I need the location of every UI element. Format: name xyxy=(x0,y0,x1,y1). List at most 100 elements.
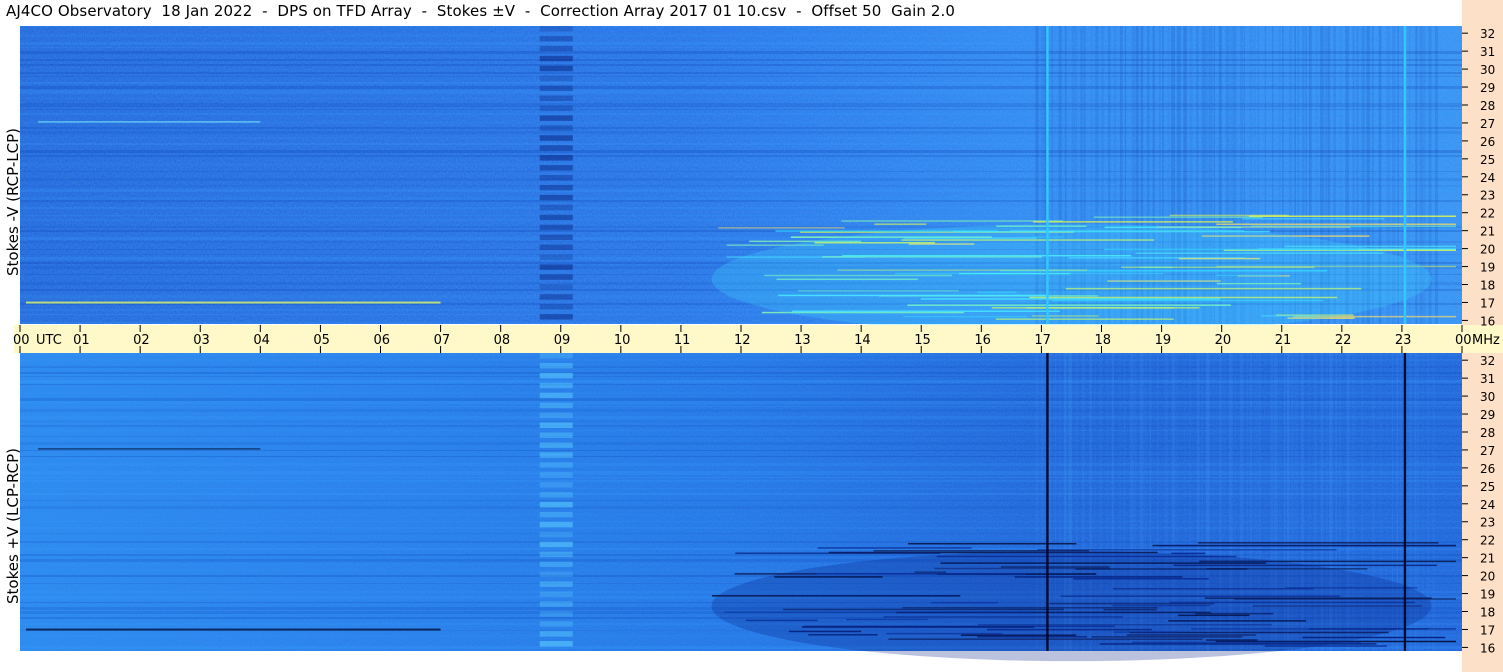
freq-band xyxy=(20,533,1462,534)
time-band-09 xyxy=(539,155,573,161)
vertical-line-17-1 xyxy=(1046,353,1049,651)
time-tick-label: 00 xyxy=(13,333,30,348)
vertical-line-17-1 xyxy=(1046,26,1049,324)
freq-band xyxy=(20,477,1462,478)
time-band-09 xyxy=(539,274,573,280)
freq-tick-label: 25 xyxy=(1480,480,1495,494)
time-band-09 xyxy=(539,581,573,587)
interference-streak xyxy=(38,448,261,450)
freq-band xyxy=(20,474,1462,475)
time-tick-label: 14 xyxy=(854,333,871,348)
freq-band xyxy=(20,109,1462,110)
freq-band xyxy=(20,34,1462,37)
time-band-09 xyxy=(539,284,573,290)
freq-band xyxy=(20,376,1462,377)
time-tick-label: 18 xyxy=(1095,333,1112,348)
interference-streak xyxy=(874,223,927,225)
freq-tick-label: 25 xyxy=(1480,153,1495,167)
time-tick-label: 00 xyxy=(1455,333,1472,348)
time-tick-label: 05 xyxy=(313,333,330,348)
freq-band xyxy=(20,493,1462,495)
time-band-09 xyxy=(539,422,573,428)
freq-band xyxy=(20,554,1462,556)
time-band-09 xyxy=(539,372,573,379)
freq-band xyxy=(20,127,1462,129)
freq-band xyxy=(20,82,1462,84)
freq-tick-label: 26 xyxy=(1480,135,1495,149)
freq-tick-label: 28 xyxy=(1480,99,1495,113)
freq-tick-label: 29 xyxy=(1480,408,1495,422)
time-band-09 xyxy=(539,412,573,419)
top-panel-ylabel: Stokes -V (RCP-LCP) xyxy=(4,128,22,276)
time-band-09 xyxy=(539,362,573,369)
time-tick-label: 02 xyxy=(133,333,150,348)
freq-band xyxy=(20,178,1462,181)
time-band-09 xyxy=(539,382,573,389)
freq-band xyxy=(20,64,1462,66)
time-band-09 xyxy=(539,452,573,458)
freq-tick-label: 22 xyxy=(1480,534,1495,548)
time-band-09 xyxy=(539,204,573,211)
freq-band xyxy=(20,131,1462,134)
freq-tick-label: 22 xyxy=(1480,207,1495,221)
freq-tick-label: 18 xyxy=(1480,279,1495,293)
time-band-09 xyxy=(539,55,573,62)
freq-axis-unit: MHz xyxy=(1472,333,1500,348)
time-band-09 xyxy=(539,531,573,538)
time-band-09 xyxy=(539,482,573,488)
spectrogram-chart: 32 31 30 29 28 27 26 25 24 23 22 21 20 19 18 17 16 32 31 3… xyxy=(13,0,1503,672)
freq-band xyxy=(20,51,1462,54)
time-band-09 xyxy=(539,304,573,310)
freq-tick-label: 16 xyxy=(1480,314,1495,328)
interference-streak xyxy=(718,227,845,229)
time-band-09 xyxy=(539,35,573,42)
freq-band xyxy=(20,185,1462,187)
freq-band xyxy=(20,409,1462,412)
time-tick-label: 21 xyxy=(1275,333,1292,348)
vertical-line-23-05 xyxy=(1403,353,1407,651)
freq-band xyxy=(20,514,1462,516)
freq-band xyxy=(20,93,1462,94)
time-band-09 xyxy=(539,234,573,241)
time-band-09 xyxy=(539,511,573,518)
freq-band xyxy=(20,450,1462,451)
freq-band xyxy=(20,207,1462,209)
freq-band xyxy=(20,72,1462,74)
time-tick-label: 19 xyxy=(1155,333,1172,348)
time-tick-label: 17 xyxy=(1034,333,1051,348)
freq-tick-label: 30 xyxy=(1480,390,1495,404)
freq-tick-label: 18 xyxy=(1480,606,1495,620)
freq-tick-label: 20 xyxy=(1480,570,1495,584)
time-band-09 xyxy=(539,165,573,171)
interference-streak xyxy=(1093,216,1263,218)
freq-band xyxy=(20,90,1462,93)
time-band-09 xyxy=(539,432,573,438)
freq-band xyxy=(20,401,1462,404)
bottom-panel-ylabel: Stokes +V (LCP-RCP) xyxy=(4,448,22,604)
time-band-09 xyxy=(539,45,573,52)
freq-band xyxy=(20,163,1462,166)
freq-band xyxy=(20,155,1462,157)
freq-band xyxy=(20,436,1462,437)
time-tick-label: 12 xyxy=(734,333,751,348)
freq-band xyxy=(20,398,1462,401)
freq-band xyxy=(20,113,1462,115)
time-band-09 xyxy=(539,105,573,111)
interference-streak xyxy=(1249,215,1456,217)
time-band-09 xyxy=(539,541,573,548)
time-band-09 xyxy=(539,462,573,468)
freq-tick-label: 20 xyxy=(1480,243,1495,257)
time-band-09 xyxy=(539,353,573,359)
freq-tick-label: 31 xyxy=(1480,45,1495,59)
time-band-09 xyxy=(539,85,573,92)
time-tick-label: 07 xyxy=(434,333,451,348)
freq-band xyxy=(20,366,1462,368)
freq-band xyxy=(20,26,1462,27)
interference-streak xyxy=(26,301,441,304)
freq-band xyxy=(20,406,1462,407)
time-tick-label: 01 xyxy=(73,333,90,348)
time-band-09 xyxy=(539,75,573,82)
time-tick-label: 09 xyxy=(554,333,571,348)
interference-streak xyxy=(1242,217,1384,220)
freq-band xyxy=(20,380,1462,383)
